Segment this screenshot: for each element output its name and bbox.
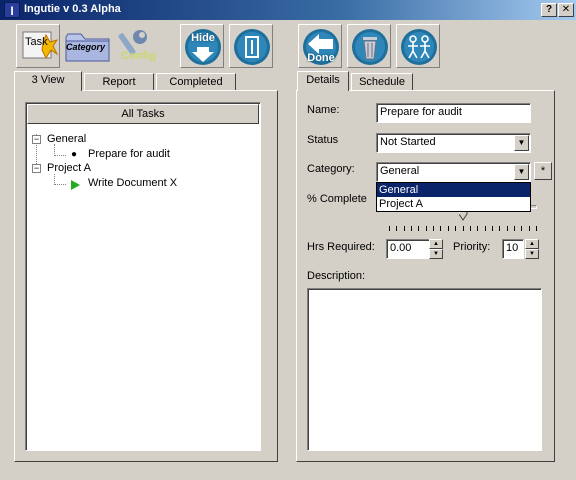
info-icon <box>233 28 271 66</box>
hide-button-label: Hide <box>191 32 215 44</box>
tree-group-general[interactable]: General <box>47 133 86 145</box>
tree-item-write-document-x[interactable]: Write Document X <box>88 177 177 189</box>
slider-tick <box>426 226 427 231</box>
category-button[interactable]: Category <box>62 24 110 68</box>
tab-completed[interactable]: Completed <box>156 73 236 91</box>
hrs-required-spinner[interactable]: ▲ ▼ <box>429 239 443 259</box>
name-label: Name: <box>307 104 340 116</box>
hrs-required-label: Hrs Required: <box>307 241 375 253</box>
slider-tick <box>411 226 412 231</box>
main-window: I Ingutie v 0.3 Alpha ? ✕ Task Category <box>0 0 576 480</box>
description-label: Description: <box>307 270 366 282</box>
slider-tick <box>521 226 522 231</box>
category-icon-label: Category <box>66 42 106 52</box>
trash-icon <box>351 28 389 66</box>
category-select[interactable]: General ▼ <box>376 162 531 182</box>
task-icon: Task <box>20 28 58 66</box>
done-button-label: Done <box>307 52 335 64</box>
priority-spinner[interactable]: ▲ ▼ <box>525 239 539 259</box>
all-tasks-header[interactable]: All Tasks <box>27 104 259 124</box>
slider-tick <box>455 226 456 231</box>
title-bar[interactable]: I Ingutie v 0.3 Alpha ? ✕ <box>0 0 576 20</box>
slider-tick <box>485 226 486 231</box>
task-tree[interactable]: All Tasks − General ● Prepare for audit … <box>25 102 261 451</box>
info-button[interactable] <box>229 24 273 68</box>
tree-connector <box>54 155 66 156</box>
app-icon: I <box>4 2 20 18</box>
play-arrow-icon <box>71 180 80 190</box>
people-icon <box>400 28 438 66</box>
tree-item-prepare-for-audit[interactable]: Prepare for audit <box>88 148 170 160</box>
slider-tick <box>404 226 405 231</box>
done-button[interactable]: Done <box>298 24 342 68</box>
hide-button[interactable]: Hide <box>180 24 224 68</box>
slider-tick <box>514 226 515 231</box>
status-value: Not Started <box>380 136 436 148</box>
hrs-spin-up-icon[interactable]: ▲ <box>429 239 443 249</box>
slider-tick <box>536 226 537 231</box>
priority-field[interactable]: 10 <box>502 239 524 259</box>
description-textarea[interactable] <box>307 288 542 451</box>
task-view-panel: All Tasks − General ● Prepare for audit … <box>14 90 278 462</box>
slider-tick <box>463 226 464 231</box>
category-dropdown-list[interactable]: General Project A <box>376 182 531 212</box>
hrs-required-field[interactable]: 0.00 <box>386 239 431 259</box>
delete-button[interactable] <box>347 24 391 68</box>
percent-slider-ticks <box>389 226 537 232</box>
bullet-icon: ● <box>71 149 78 160</box>
collapse-toggle-project-a[interactable]: − <box>32 164 41 173</box>
category-option-general[interactable]: General <box>377 183 530 197</box>
people-button[interactable] <box>396 24 440 68</box>
wrench-icon: Config <box>116 27 156 65</box>
folder-icon: Category <box>65 27 110 65</box>
category-value: General <box>380 165 420 177</box>
hide-down-arrow-icon: Hide <box>184 28 222 66</box>
slider-tick <box>389 226 390 231</box>
status-select[interactable]: Not Started ▼ <box>376 133 531 153</box>
slider-tick <box>418 226 419 231</box>
category-option-project-a[interactable]: Project A <box>377 197 530 211</box>
tree-connector <box>54 184 66 185</box>
slider-tick <box>440 226 441 231</box>
help-button[interactable]: ? <box>541 3 557 17</box>
slider-tick <box>507 226 508 231</box>
window-title: Ingutie v 0.3 Alpha <box>24 3 121 15</box>
collapse-toggle-general[interactable]: − <box>32 135 41 144</box>
slider-tick <box>499 226 500 231</box>
priority-spin-down-icon[interactable]: ▼ <box>525 249 539 259</box>
slider-tick <box>448 226 449 231</box>
slider-tick <box>470 226 471 231</box>
slider-tick <box>477 226 478 231</box>
slider-tick <box>433 226 434 231</box>
category-label: Category: <box>307 163 355 175</box>
done-left-arrow-icon: Done <box>302 28 340 66</box>
close-button[interactable]: ✕ <box>558 3 574 17</box>
config-button[interactable]: Config <box>113 24 157 68</box>
tab-schedule[interactable]: Schedule <box>351 73 413 91</box>
slider-tick <box>529 226 530 231</box>
status-label: Status <box>307 134 339 146</box>
hrs-spin-down-icon[interactable]: ▼ <box>429 249 443 259</box>
tree-group-project-a[interactable]: Project A <box>47 162 91 174</box>
name-field[interactable]: Prepare for audit <box>376 103 531 123</box>
config-icon-label: Config <box>121 50 156 62</box>
task-icon-label: Task <box>25 36 48 48</box>
tab-3-view[interactable]: 3 View <box>14 71 82 91</box>
chevron-down-icon[interactable]: ▼ <box>514 164 529 180</box>
slider-tick <box>492 226 493 231</box>
tab-report[interactable]: Report <box>84 73 154 91</box>
tab-details[interactable]: Details <box>297 71 349 91</box>
slider-tick <box>396 226 397 231</box>
new-task-button[interactable]: Task <box>16 24 60 68</box>
chevron-down-icon[interactable]: ▼ <box>514 135 529 151</box>
priority-label: Priority: <box>453 241 491 253</box>
priority-spin-up-icon[interactable]: ▲ <box>525 239 539 249</box>
details-panel: Name: Prepare for audit Status Not Start… <box>296 90 555 462</box>
add-category-button[interactable]: * <box>534 162 552 180</box>
percent-complete-label: % Complete <box>307 193 367 205</box>
